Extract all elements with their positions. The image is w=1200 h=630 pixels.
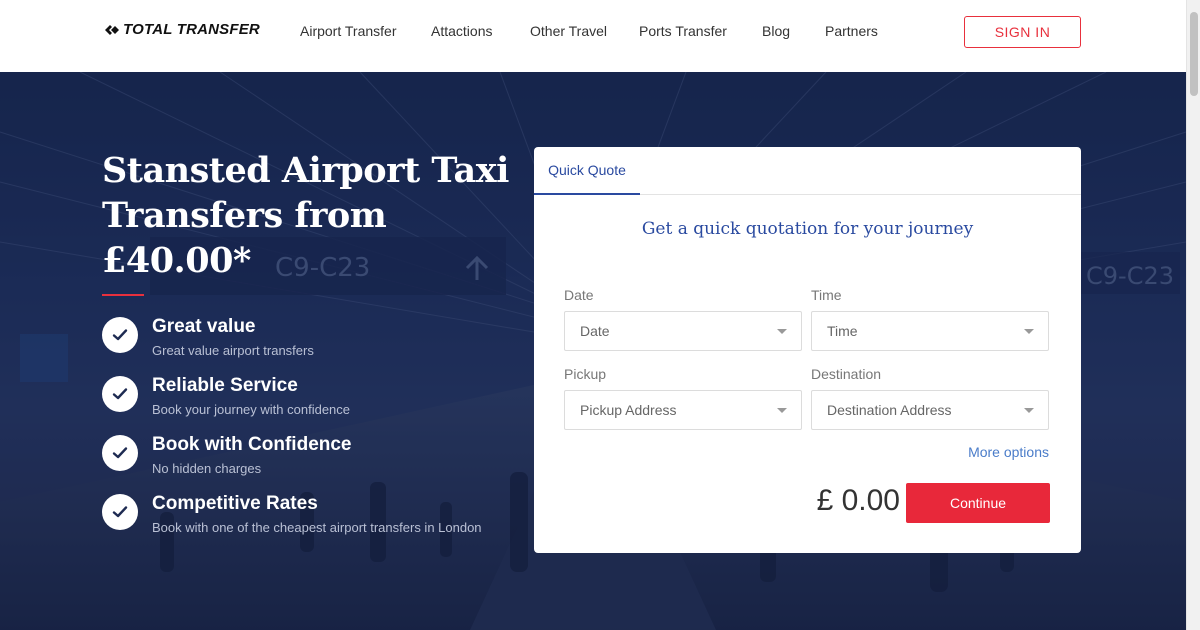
title-underline: [102, 294, 144, 296]
quote-tabs: Quick Quote: [534, 147, 1081, 195]
feature-title: Great value: [152, 316, 256, 337]
feature-description: Book your journey with confidence: [152, 402, 351, 417]
logo-arrow-icon: [105, 24, 119, 35]
date-label: Date: [564, 287, 594, 303]
date-select[interactable]: Date: [564, 311, 802, 351]
more-options-link[interactable]: More options: [968, 444, 1049, 460]
time-label: Time: [811, 287, 842, 303]
hero-section: C9-C23 C9-C23 Stansted Airport Taxi Tran…: [0, 72, 1186, 630]
pickup-placeholder: Pickup Address: [580, 402, 677, 418]
nav-partners[interactable]: Partners: [825, 23, 878, 39]
feature-title: Book with Confidence: [152, 434, 352, 455]
pickup-label: Pickup: [564, 366, 607, 382]
checkmark-icon: [102, 317, 138, 353]
brand-name: TOTAL TRANSFER: [123, 21, 260, 38]
hero-title: Stansted Airport Taxi Transfers from £40…: [102, 150, 509, 281]
sign-in-button[interactable]: SIGN IN: [964, 16, 1081, 48]
destination-address-select[interactable]: Destination Address: [811, 390, 1049, 430]
chevron-down-icon: [777, 408, 787, 413]
date-placeholder: Date: [580, 323, 610, 339]
nav-attractions[interactable]: Attactions: [431, 23, 492, 39]
page-scrollbar[interactable]: [1186, 0, 1200, 630]
destination-placeholder: Destination Address: [827, 402, 952, 418]
checkmark-icon: [102, 435, 138, 471]
destination-label: Destination: [811, 366, 882, 382]
nav-airport-transfer[interactable]: Airport Transfer: [300, 23, 396, 39]
site-header: TOTAL TRANSFER Airport Transfer Attactio…: [0, 0, 1186, 72]
quote-heading: Get a quick quotation for your journey: [641, 219, 974, 239]
chevron-down-icon: [777, 329, 787, 334]
nav-blog[interactable]: Blog: [762, 23, 790, 39]
feature-description: No hidden charges: [152, 461, 262, 476]
quick-quote-card: Quick Quote Get a quick quotation for yo…: [534, 147, 1081, 553]
time-placeholder: Time: [827, 323, 858, 339]
feature-title: Reliable Service: [152, 375, 298, 396]
nav-ports-transfer[interactable]: Ports Transfer: [639, 23, 727, 39]
checkmark-icon: [102, 494, 138, 530]
checkmark-icon: [102, 376, 138, 412]
chevron-down-icon: [1024, 329, 1034, 334]
quote-price: £ 0.00: [816, 484, 900, 517]
feature-title: Competitive Rates: [152, 493, 318, 514]
time-select[interactable]: Time: [811, 311, 1049, 351]
continue-button[interactable]: Continue: [906, 483, 1050, 523]
feature-description: Great value airport transfers: [152, 343, 314, 358]
pickup-address-select[interactable]: Pickup Address: [564, 390, 802, 430]
nav-other-travel[interactable]: Other Travel: [530, 23, 607, 39]
chevron-down-icon: [1024, 408, 1034, 413]
scrollbar-thumb[interactable]: [1190, 12, 1198, 96]
tab-quick-quote[interactable]: Quick Quote: [534, 147, 640, 195]
brand-logo[interactable]: TOTAL TRANSFER: [104, 21, 260, 38]
feature-description: Book with one of the cheapest airport tr…: [152, 520, 482, 535]
